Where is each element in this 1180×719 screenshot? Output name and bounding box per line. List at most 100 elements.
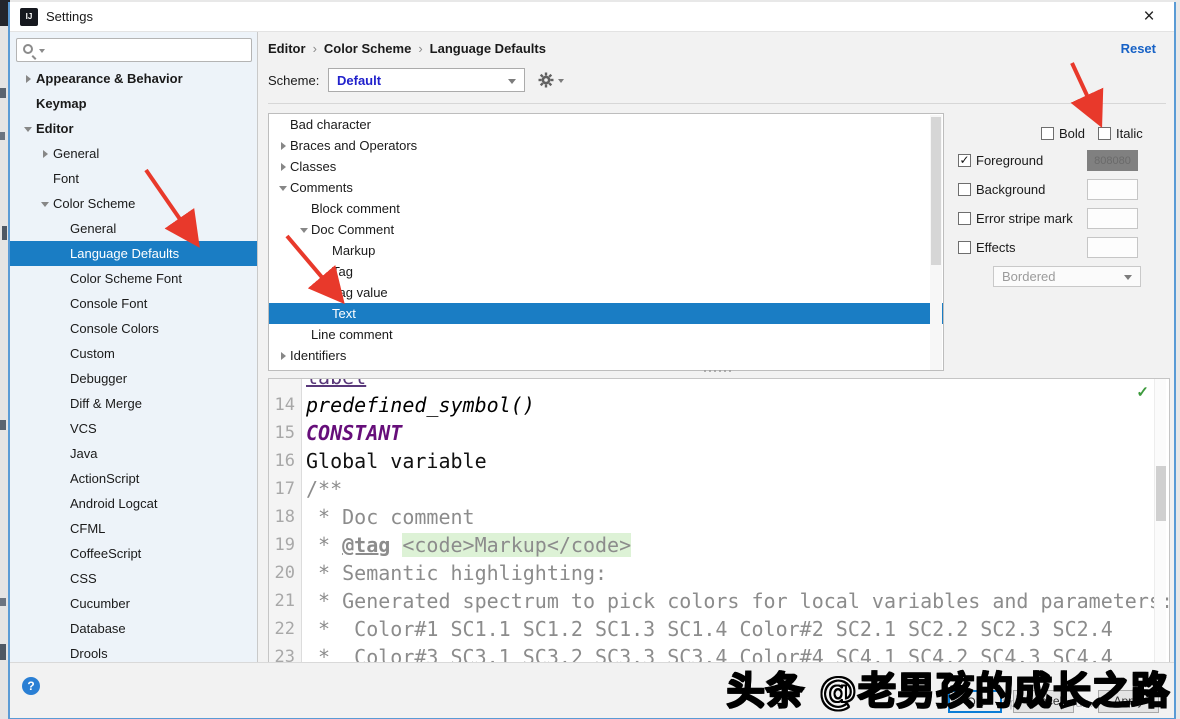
code-line: 15CONSTANT	[269, 419, 1169, 447]
sidebar-item-label: General	[70, 216, 116, 241]
tree-item-bad-character[interactable]: Bad character	[269, 114, 943, 135]
tree-item-doc-comment[interactable]: Doc Comment	[269, 219, 943, 240]
chevron-down-icon[interactable]	[277, 183, 290, 193]
tree-item-comments[interactable]: Comments	[269, 177, 943, 198]
code-segment-labelclip: label	[306, 378, 366, 389]
reset-link[interactable]: Reset	[1121, 41, 1156, 56]
title-bar[interactable]: IJ Settings ×	[10, 2, 1174, 32]
effects-color-swatch[interactable]	[1087, 237, 1138, 258]
bold-label: Bold	[1059, 126, 1085, 141]
sidebar-item-debugger[interactable]: Debugger	[10, 366, 258, 391]
chevron-spacer	[277, 120, 290, 130]
background-color-swatch[interactable]	[1087, 179, 1138, 200]
tree-scrollbar[interactable]	[930, 115, 942, 371]
code-segment-comment: /**	[306, 477, 342, 501]
splitter-grip[interactable]	[704, 370, 731, 372]
tree-item-classes[interactable]: Classes	[269, 156, 943, 177]
background-checkbox[interactable]	[958, 183, 971, 196]
code-text: /**	[302, 477, 342, 501]
tree-item-markup[interactable]: Markup	[269, 240, 943, 261]
tree-item-label: Bad character	[290, 114, 371, 135]
line-number: 18	[269, 507, 302, 527]
sidebar-item-font[interactable]: Font	[10, 166, 258, 191]
search-input[interactable]	[16, 38, 252, 62]
sidebar-item-cfml[interactable]: CFML	[10, 516, 258, 541]
chevron-down-icon[interactable]	[298, 225, 311, 235]
sidebar-item-drools[interactable]: Drools	[10, 641, 258, 663]
background-fragment	[0, 132, 5, 140]
breadcrumb-item[interactable]: Language Defaults	[430, 41, 546, 56]
settings-dialog: IJ Settings × Appearance & BehaviorKeyma…	[8, 2, 1176, 719]
chevron-right-icon[interactable]	[277, 351, 290, 361]
breadcrumb-item[interactable]: Color Scheme	[324, 41, 411, 56]
sidebar-item-console-font[interactable]: Console Font	[10, 291, 258, 316]
effects-checkbox[interactable]	[958, 241, 971, 254]
bold-checkbox[interactable]	[1041, 127, 1054, 140]
tree-item-braces-and-operators[interactable]: Braces and Operators	[269, 135, 943, 156]
sidebar-item-coffeescript[interactable]: CoffeeScript	[10, 541, 258, 566]
foreground-checkbox[interactable]: ✓	[958, 154, 971, 167]
chevron-spacer	[56, 474, 70, 484]
code-line: 16Global variable	[269, 447, 1169, 475]
tree-item-tag-value[interactable]: Tag value	[269, 282, 943, 303]
foreground-color-swatch[interactable]: 808080	[1087, 150, 1138, 171]
tree-item-line-comment[interactable]: Line comment	[269, 324, 943, 345]
sidebar-item-cucumber[interactable]: Cucumber	[10, 591, 258, 616]
element-tree: Bad characterBraces and OperatorsClasses…	[269, 114, 943, 366]
sidebar-item-language-defaults[interactable]: Language Defaults	[10, 241, 258, 266]
tree-item-text[interactable]: Text	[269, 303, 943, 324]
scheme-dropdown[interactable]: Default	[328, 68, 525, 92]
sidebar-item-java[interactable]: Java	[10, 441, 258, 466]
code-segment-comment: * Color#1 SC1.1 SC1.2 SC1.3 SC1.4 Color#…	[306, 617, 1113, 641]
code-line: 22 * Color#1 SC1.1 SC1.2 SC1.3 SC1.4 Col…	[269, 615, 1169, 643]
sidebar-item-vcs[interactable]: VCS	[10, 416, 258, 441]
tree-item-tag[interactable]: Tag	[269, 261, 943, 282]
code-preview-panel[interactable]: label14predefined_symbol()15CONSTANT16Gl…	[268, 378, 1170, 663]
code-segment-comment: * Semantic highlighting:	[306, 561, 607, 585]
sidebar-item-general[interactable]: General	[10, 141, 258, 166]
tree-item-block-comment[interactable]: Block comment	[269, 198, 943, 219]
sidebar-item-appearance-behavior[interactable]: Appearance & Behavior	[10, 66, 258, 91]
sidebar-item-color-scheme-font[interactable]: Color Scheme Font	[10, 266, 258, 291]
chevron-right-icon[interactable]	[277, 141, 290, 151]
code-line: 17/**	[269, 475, 1169, 503]
line-number: 23	[269, 647, 302, 663]
sidebar-item-keymap[interactable]: Keymap	[10, 91, 258, 116]
sidebar-item-color-scheme[interactable]: Color Scheme	[10, 191, 258, 216]
sidebar-item-editor[interactable]: Editor	[10, 116, 258, 141]
tree-item-identifiers[interactable]: Identifiers	[269, 345, 943, 366]
sidebar-item-android-logcat[interactable]: Android Logcat	[10, 491, 258, 516]
settings-dialog-screenshot: IJ Settings × Appearance & BehaviorKeyma…	[0, 0, 1180, 719]
sidebar-item-console-colors[interactable]: Console Colors	[10, 316, 258, 341]
breadcrumb-item[interactable]: Editor	[268, 41, 306, 56]
sidebar-item-diff-merge[interactable]: Diff & Merge	[10, 391, 258, 416]
preview-scrollbar-thumb[interactable]	[1156, 466, 1166, 521]
sidebar-item-database[interactable]: Database	[10, 616, 258, 641]
search-icon	[23, 44, 33, 54]
chevron-down-icon[interactable]	[39, 199, 53, 209]
chevron-spacer	[56, 549, 70, 559]
code-text: * @tag <code>Markup</code>	[302, 533, 631, 557]
gear-icon[interactable]	[538, 72, 554, 88]
error-stripe-color-swatch[interactable]	[1087, 208, 1138, 229]
sidebar-item-label: Cucumber	[70, 591, 130, 616]
italic-checkbox[interactable]	[1098, 127, 1111, 140]
chevron-right-icon[interactable]	[277, 162, 290, 172]
effect-type-dropdown[interactable]: Bordered	[993, 266, 1141, 287]
sidebar-item-general[interactable]: General	[10, 216, 258, 241]
error-stripe-checkbox[interactable]	[958, 212, 971, 225]
close-icon[interactable]: ×	[1136, 4, 1162, 30]
sidebar-item-label: CSS	[70, 566, 97, 591]
chevron-down-icon[interactable]	[22, 124, 36, 134]
help-icon[interactable]: ?	[22, 677, 40, 695]
chevron-spacer	[319, 309, 332, 319]
sidebar-item-label: Database	[70, 616, 126, 641]
preview-scrollbar[interactable]	[1154, 379, 1166, 662]
code-text: CONSTANT	[302, 421, 402, 445]
chevron-right-icon[interactable]	[22, 74, 36, 84]
tree-scrollbar-thumb[interactable]	[931, 117, 941, 265]
chevron-right-icon[interactable]	[39, 149, 53, 159]
sidebar-item-actionscript[interactable]: ActionScript	[10, 466, 258, 491]
sidebar-item-css[interactable]: CSS	[10, 566, 258, 591]
sidebar-item-custom[interactable]: Custom	[10, 341, 258, 366]
